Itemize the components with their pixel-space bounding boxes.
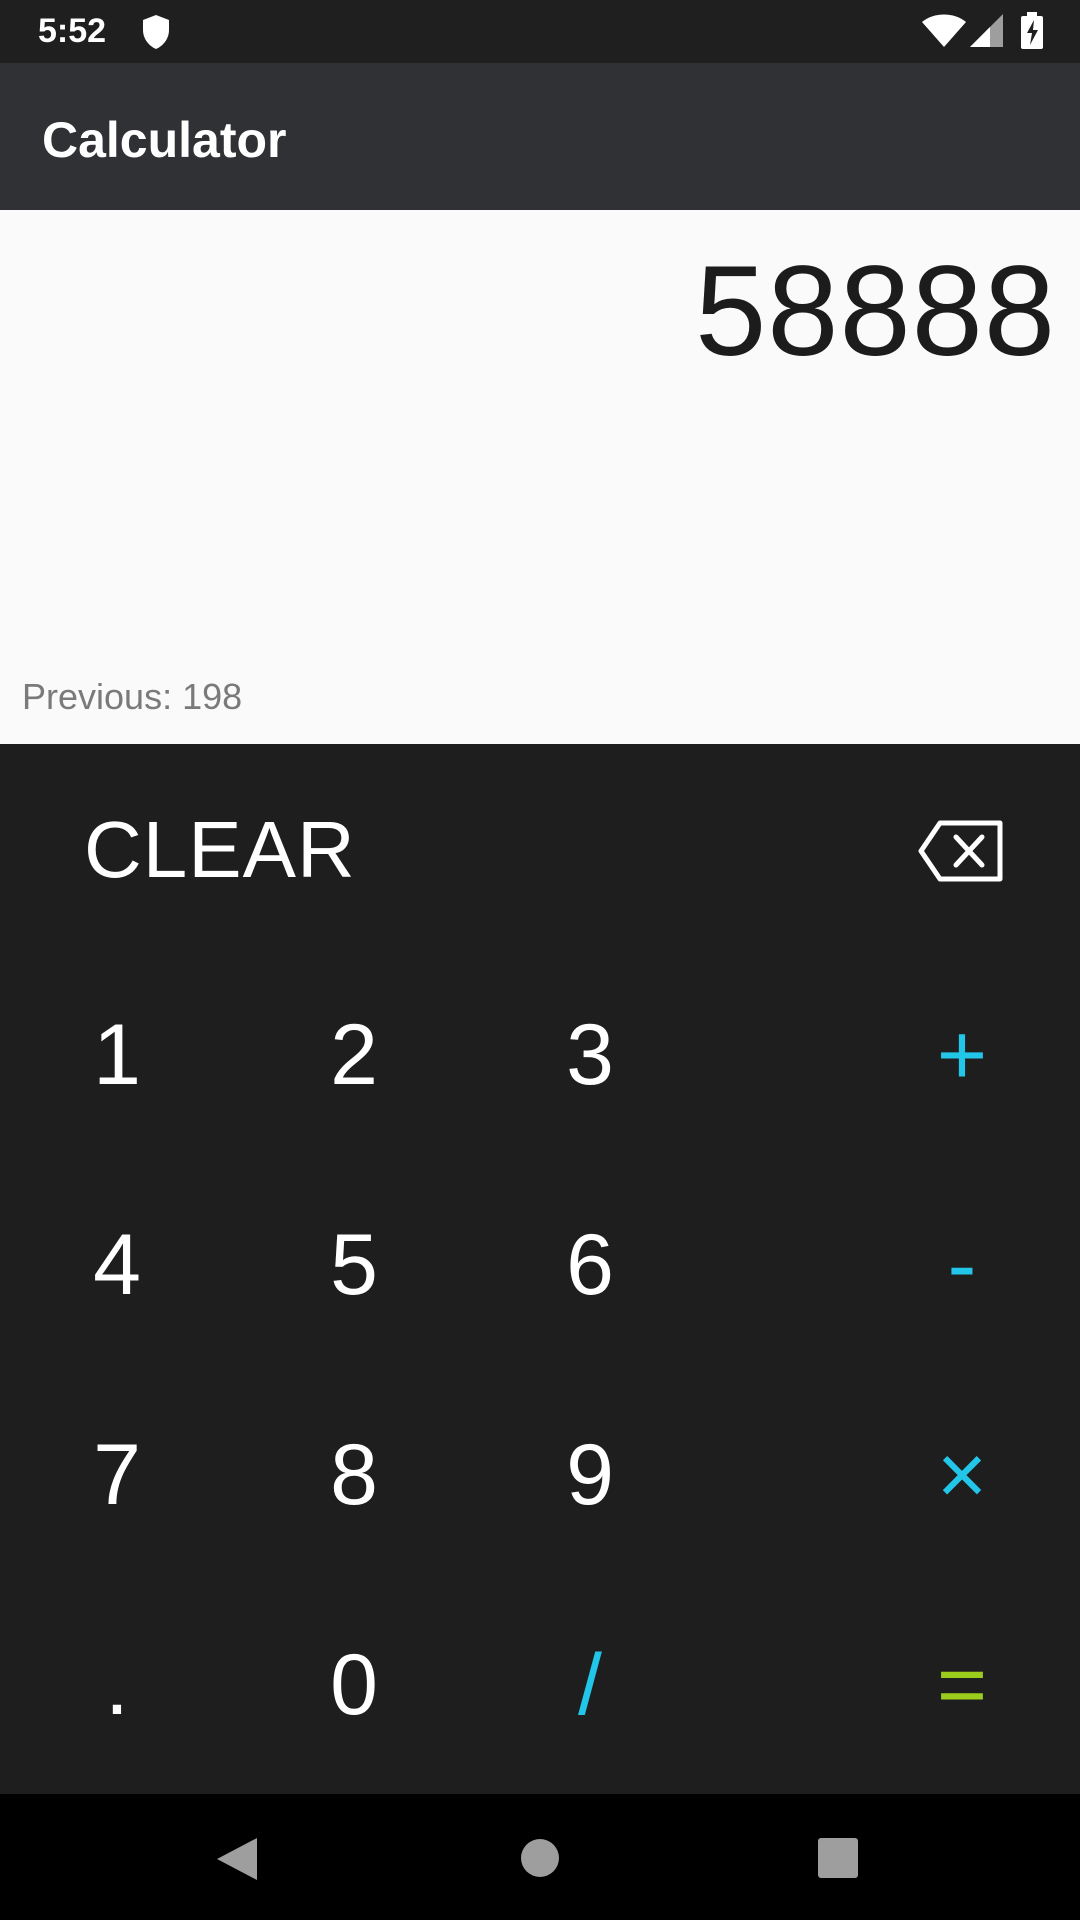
key-9[interactable]: 9 — [500, 1400, 680, 1550]
key-8[interactable]: 8 — [264, 1400, 444, 1550]
key-2[interactable]: 2 — [264, 980, 444, 1130]
keypad: CLEAR 1 2 3 + 4 5 6 - 7 8 9 × . 0 / = — [0, 744, 1080, 1794]
wifi-icon — [922, 14, 966, 53]
key-1[interactable]: 1 — [27, 980, 207, 1130]
navigation-bar — [0, 1794, 1080, 1920]
home-icon[interactable] — [520, 1838, 560, 1883]
key-4[interactable]: 4 — [27, 1190, 207, 1340]
backspace-icon[interactable] — [918, 820, 1004, 887]
signal-icon — [970, 14, 1004, 53]
recent-apps-icon[interactable] — [818, 1838, 858, 1883]
result-display: 58888 — [695, 240, 1056, 383]
key-7[interactable]: 7 — [27, 1400, 207, 1550]
battery-icon — [1020, 12, 1044, 55]
status-time: 5:52 — [38, 12, 107, 50]
multiply-button[interactable]: × — [872, 1400, 1052, 1550]
status-bar: 5:52 — [0, 0, 1080, 63]
app-bar: Calculator — [0, 63, 1080, 210]
key-0[interactable]: 0 — [264, 1610, 444, 1760]
previous-result: Previous: 198 — [22, 676, 243, 717]
back-icon[interactable] — [215, 1836, 259, 1887]
key-3[interactable]: 3 — [500, 980, 680, 1130]
minus-button[interactable]: - — [872, 1190, 1052, 1340]
app-title: Calculator — [42, 112, 287, 168]
display-area: 58888 Previous: 198 — [0, 210, 1080, 744]
plus-button[interactable]: + — [872, 980, 1052, 1130]
shield-icon — [141, 14, 171, 55]
clear-button[interactable]: CLEAR — [84, 804, 356, 896]
divide-button[interactable]: / — [500, 1610, 680, 1760]
equals-button[interactable]: = — [872, 1610, 1052, 1760]
key-5[interactable]: 5 — [264, 1190, 444, 1340]
key-6[interactable]: 6 — [500, 1190, 680, 1340]
decimal-point-button[interactable]: . — [27, 1610, 207, 1760]
